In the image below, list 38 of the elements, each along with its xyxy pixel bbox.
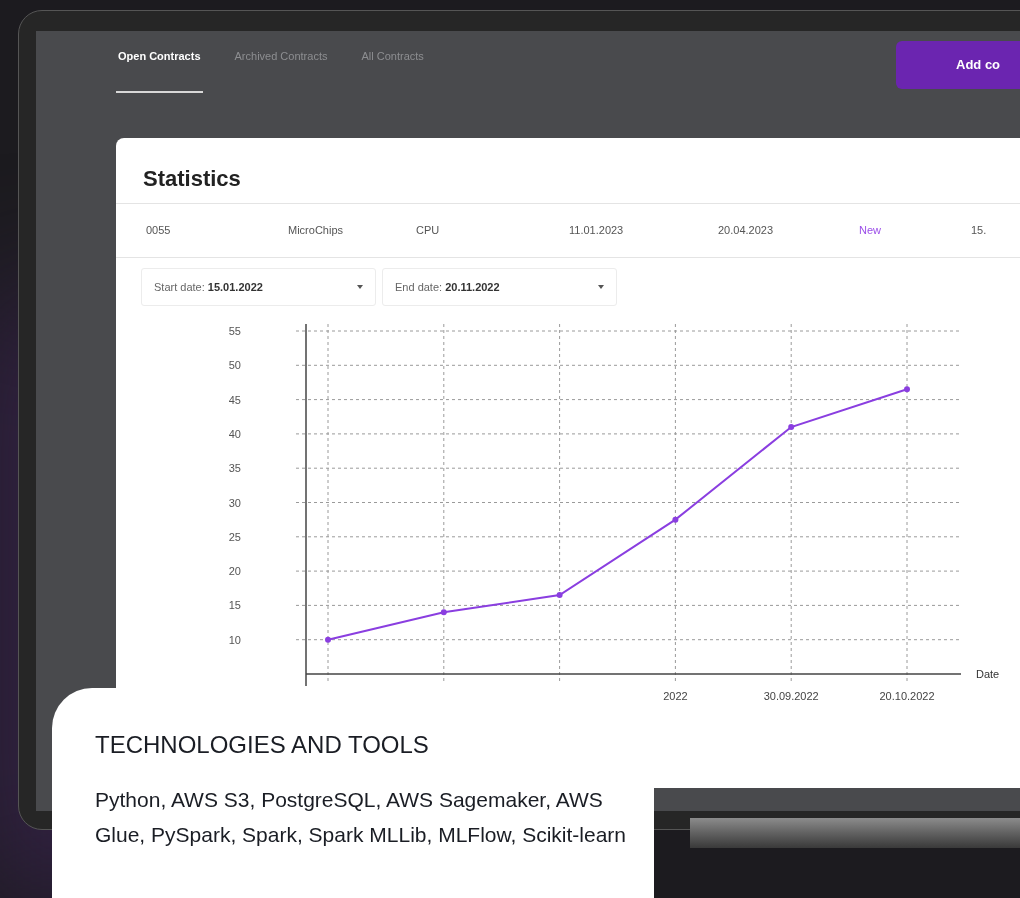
y-tick-label: 45 — [228, 393, 241, 406]
data-point — [440, 609, 447, 616]
card-text: Python, AWS S3, PostgreSQL, AWS Sagemaker, AWS Glue, PySpark, Spark, Spark MLLib, MLFlow, Scikit-learn — [95, 787, 628, 848]
add-contract-button[interactable]: Add co — [896, 41, 1020, 89]
table-cell-text: CPU — [416, 223, 441, 239]
y-tick-label: 35 — [228, 462, 241, 475]
date-select-text: End date: 20.11.2022 — [395, 279, 500, 295]
y-tick-label: 40 — [228, 427, 241, 440]
card-title: TECHNOLOGIES AND TOOLS — [95, 730, 430, 760]
status-text: New — [859, 223, 882, 239]
modal-title: Statistics — [142, 165, 242, 193]
table-cell-text: 0055 — [146, 223, 172, 239]
y-tick-label: 30 — [228, 496, 241, 509]
data-point — [672, 516, 679, 523]
date-select[interactable]: End date: 20.11.2022 — [382, 268, 617, 306]
table-cell-text: MicroChips — [288, 223, 344, 239]
data-point — [904, 386, 910, 393]
table-cell-text: 11.01.2023 — [569, 223, 625, 239]
y-tick-label: 25 — [228, 530, 241, 543]
y-tick-label: 10 — [228, 633, 241, 646]
data-point — [556, 592, 563, 599]
x-tick-label: 30.09.2022 — [763, 690, 819, 702]
table-cell-text: 20.04.2023 — [718, 223, 775, 239]
y-tick-label: 20 — [228, 565, 241, 578]
y-tick-label: 55 — [228, 325, 241, 337]
data-point — [325, 636, 331, 643]
y-tick-label: 15 — [228, 599, 241, 612]
caret-icon — [357, 285, 363, 289]
x-axis-title: Date — [976, 668, 1000, 680]
x-tick-label: 20.10.2022 — [879, 690, 935, 702]
caret-icon — [598, 285, 604, 289]
contracts-tab[interactable]: Open Contracts — [116, 48, 203, 93]
date-select-text: Start date: 15.01.2022 — [154, 279, 263, 295]
date-select[interactable]: Start date: 15.01.2022 — [141, 268, 376, 306]
table-cell-text: 15. — [971, 223, 988, 239]
data-point — [788, 424, 795, 431]
y-tick-label: 50 — [228, 359, 241, 372]
x-tick-label: 2022 — [663, 690, 688, 702]
